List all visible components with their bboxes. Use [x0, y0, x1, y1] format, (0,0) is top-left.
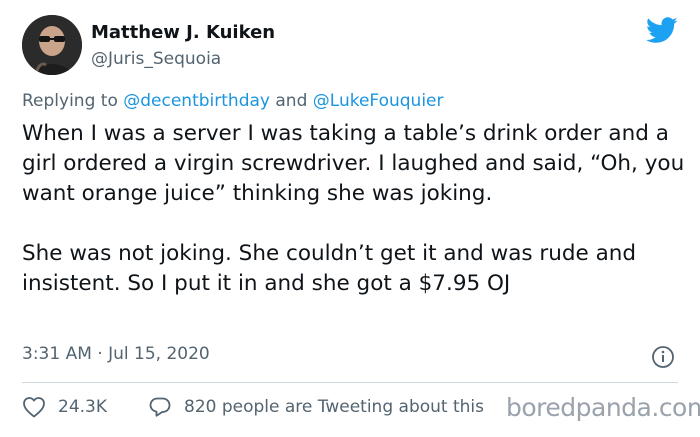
author-handle[interactable]: @Juris_Sequoia — [91, 49, 221, 69]
reply-context: Replying to @decentbirthday and @LukeFou… — [22, 91, 444, 111]
tweet-timestamp[interactable]: 3:31 AM · Jul 15, 2020 — [22, 344, 210, 364]
tweet-card: Matthew J. Kuiken @Juris_Sequoia Replyin… — [0, 0, 700, 437]
tweeting-about-text: 820 people are Tweeting about this — [184, 397, 484, 417]
mention-link-lukefouquier[interactable]: @LukeFouquier — [313, 91, 444, 111]
divider — [22, 382, 678, 383]
mention-link-decentbirthday[interactable]: @decentbirthday — [123, 91, 270, 111]
watermark: boredpanda.com — [506, 393, 700, 422]
reply-button[interactable]: 820 people are Tweeting about this — [148, 396, 484, 418]
like-count: 24.3K — [58, 397, 107, 417]
tweet-text: When I was a server I was taking a table… — [22, 121, 685, 296]
speech-bubble-icon — [149, 397, 171, 417]
reply-prefix: Replying to — [22, 91, 118, 111]
twitter-bird-icon[interactable] — [646, 17, 678, 44]
reply-conjunction: and — [275, 91, 308, 111]
like-button[interactable]: 24.3K — [22, 396, 107, 418]
info-icon[interactable] — [651, 345, 675, 369]
heart-icon — [23, 397, 45, 418]
avatar[interactable] — [22, 15, 82, 75]
author-name[interactable]: Matthew J. Kuiken — [91, 22, 275, 43]
avatar-image — [22, 15, 82, 75]
